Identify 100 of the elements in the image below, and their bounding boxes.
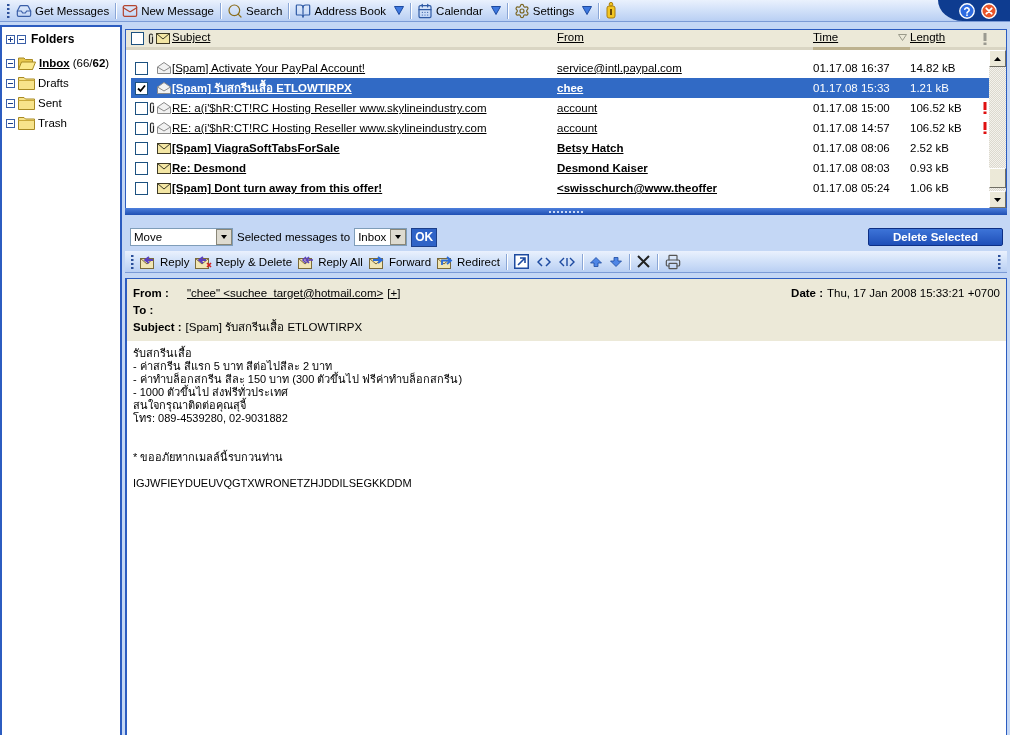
- ok-button[interactable]: OK: [411, 227, 438, 247]
- reply-icon: [140, 254, 157, 269]
- up-triangle-icon: [994, 56, 1001, 61]
- subject-link[interactable]: [Spam] Activate Your PayPal Account!: [172, 62, 366, 74]
- book-icon: [295, 2, 312, 19]
- message-row[interactable]: RE: a(i'$hR:CT!RC Hosting Reseller www.skylineindustry.com account 01.17.08 14:57 106.52 kB: [131, 118, 989, 138]
- up-arrow-icon[interactable]: [589, 256, 602, 267]
- toolbar-button[interactable]: Get Messages: [13, 0, 113, 21]
- field-label: Date :: [791, 286, 824, 299]
- time-text: 01.17.08 05:24: [813, 182, 890, 194]
- time-text: 01.17.08 16:37: [813, 62, 890, 74]
- collapse-icon[interactable]: [6, 118, 15, 128]
- column-header[interactable]: Length: [910, 30, 983, 50]
- size-text: 14.82 kB: [910, 62, 956, 74]
- checkbox[interactable]: [135, 141, 148, 155]
- scrollbar[interactable]: [989, 50, 1006, 208]
- toolbar-button[interactable]: Settings: [510, 0, 596, 21]
- subject-link[interactable]: RE: a(i'$hR:CT!RC Hosting Reseller www.skylineindustry.com: [172, 122, 487, 134]
- column-header[interactable]: From: [557, 30, 813, 50]
- sender-link[interactable]: chee: [557, 82, 584, 94]
- action-dropdown[interactable]: Move: [130, 228, 233, 246]
- sort-arrow-icon: [898, 33, 907, 41]
- message-row[interactable]: [Spam] Activate Your PayPal Account! service@intl.paypal.com 01.17.08 16:37 14.82 kB: [131, 58, 989, 78]
- column-header[interactable]: Subject: [172, 30, 557, 50]
- paperclip-icon: [148, 32, 154, 45]
- subject-link[interactable]: [Spam] Dont turn away from this offer!: [172, 182, 383, 194]
- dropdown-caret-icon: [390, 229, 407, 245]
- envelope-icon: [156, 33, 170, 44]
- forward-icon: [368, 254, 386, 269]
- info-icon[interactable]: [606, 2, 618, 19]
- folder-dropdown[interactable]: Inbox: [354, 228, 408, 246]
- toolbar-button[interactable]: Reply All: [295, 251, 366, 272]
- checkbox[interactable]: [135, 121, 148, 135]
- collapse-icon[interactable]: [6, 78, 15, 88]
- toolbar-button[interactable]: Redirect: [434, 251, 503, 272]
- message-row[interactable]: [Spam] Dont turn away from this offer! <swisschurch@www.theoffer 01.17.08 05:24 1.06 kB: [131, 178, 989, 198]
- sender-link[interactable]: account: [557, 122, 598, 134]
- checkbox[interactable]: [135, 181, 148, 195]
- subject-link[interactable]: RE: a(i'$hR:CT!RC Hosting Reseller www.skylineindustry.com: [172, 102, 487, 114]
- scroll-up-button[interactable]: [989, 50, 1006, 67]
- sender-link[interactable]: Betsy Hatch: [557, 142, 624, 154]
- down-arrow-icon[interactable]: [609, 256, 622, 267]
- checkbox[interactable]: [131, 32, 144, 45]
- toolbar-button[interactable]: Reply: [137, 251, 193, 272]
- angle-brackets-icon[interactable]: [536, 256, 551, 267]
- brackets-bar-icon[interactable]: [558, 256, 575, 267]
- collapse-icon[interactable]: [6, 98, 15, 108]
- sender-link[interactable]: service@intl.paypal.com: [557, 62, 682, 74]
- size-text: 106.52 kB: [910, 102, 962, 114]
- toolbar-button[interactable]: Reply & Delete: [192, 251, 296, 272]
- checkbox[interactable]: [135, 61, 148, 75]
- folder-item[interactable]: Sent: [6, 93, 116, 113]
- subject-link[interactable]: Re: Desmond: [172, 162, 247, 174]
- folder-item[interactable]: Inbox (66/62): [6, 53, 116, 73]
- sender-link[interactable]: Desmond Kaiser: [557, 162, 648, 174]
- field-label: From :: [133, 286, 170, 299]
- message-row[interactable]: RE: a(i'$hR:CT!RC Hosting Reseller www.skylineindustry.com account 01.17.08 15:00 106.52 kB: [131, 98, 989, 118]
- message-body-text: รับสกรีนเสื้อ - ค่าสกรีน สีแรก 5 บาท สีต่อไปสีละ 2 บาท - ค่าทำบล็อกสกรีน สีละ 150 บาท (300 ตัวขึ้นไป ฟรีค่าทำบล็อกสกรีน) - 1000 ตัวขึ้นไป ส่งฟรีทั่วประเทศ สนใจกรุณาติดต่อคุณสุจี้ โทร: 089-4539280, 02-9031882 * ขออภัยหากเมลล์นี้รบกวนท่าน IGJWFIEYDUEUVQGTXWRONETZHJDDILSEGKKDDM: [133, 347, 464, 490]
- checkbox[interactable]: [135, 101, 148, 115]
- subject-link[interactable]: [Spam] ViagraSoftTabsForSale: [172, 142, 340, 154]
- collapse-icon[interactable]: [17, 34, 26, 44]
- x-icon[interactable]: [636, 255, 650, 268]
- help-icon[interactable]: [959, 2, 975, 19]
- scrollbar-thumb[interactable]: [989, 168, 1006, 188]
- folder-item[interactable]: Trash: [6, 113, 116, 133]
- column-header[interactable]: Time: [813, 30, 910, 50]
- external-window-icon[interactable]: [513, 254, 529, 269]
- message-row[interactable]: [Spam] ViagraSoftTabsForSale Betsy Hatch 01.17.08 08:06 2.52 kB: [131, 138, 989, 158]
- message-row[interactable]: Re: Desmond Desmond Kaiser 01.17.08 08:03 0.93 kB: [131, 158, 989, 178]
- expand-icon[interactable]: [6, 34, 15, 44]
- settings-icon: [513, 2, 530, 19]
- close-icon[interactable]: [981, 2, 997, 19]
- down-triangle-icon: [994, 197, 1001, 202]
- time-text: 01.17.08 08:06: [813, 142, 890, 154]
- folder-item[interactable]: Drafts: [6, 73, 116, 93]
- scroll-down-button[interactable]: [989, 191, 1006, 208]
- time-text: 01.17.08 15:00: [813, 102, 890, 114]
- dropdown-icon: [582, 6, 593, 15]
- message-row[interactable]: [Spam] รับสกรีนเสื้อ ETLOWTIRPX chee 01.17.08 15:33 1.21 kB: [131, 78, 989, 98]
- checkbox[interactable]: [135, 161, 148, 175]
- field-label: To :: [133, 303, 154, 316]
- subject-link[interactable]: [Spam] รับสกรีนเสื้อ ETLOWTIRPX: [172, 79, 352, 97]
- toolbar-button[interactable]: Search: [224, 0, 286, 21]
- reply-all-icon: [298, 254, 316, 269]
- checkbox[interactable]: [135, 81, 148, 95]
- toolbar-button[interactable]: New Message: [119, 0, 218, 21]
- sender-address-link[interactable]: "chee" <suchee_target@hotmail.com>: [187, 286, 384, 299]
- sender-link[interactable]: <swisschurch@www.theoffer: [557, 182, 717, 194]
- field-label: Subject :: [133, 320, 182, 333]
- toolbar-button[interactable]: Forward: [365, 251, 435, 272]
- printer-icon[interactable]: [664, 253, 681, 270]
- toolbar-button[interactable]: Calendar: [414, 0, 504, 21]
- delete-selected-button[interactable]: Delete Selected: [868, 228, 1003, 246]
- collapse-icon[interactable]: [6, 58, 15, 68]
- toolbar-button[interactable]: Address Book: [292, 0, 408, 21]
- add-contact-link[interactable]: [+]: [387, 286, 401, 299]
- sender-link[interactable]: account: [557, 102, 598, 114]
- reply-delete-icon: [195, 254, 213, 269]
- grip-icon: [998, 254, 1001, 269]
- time-text: 01.17.08 15:33: [813, 82, 890, 94]
